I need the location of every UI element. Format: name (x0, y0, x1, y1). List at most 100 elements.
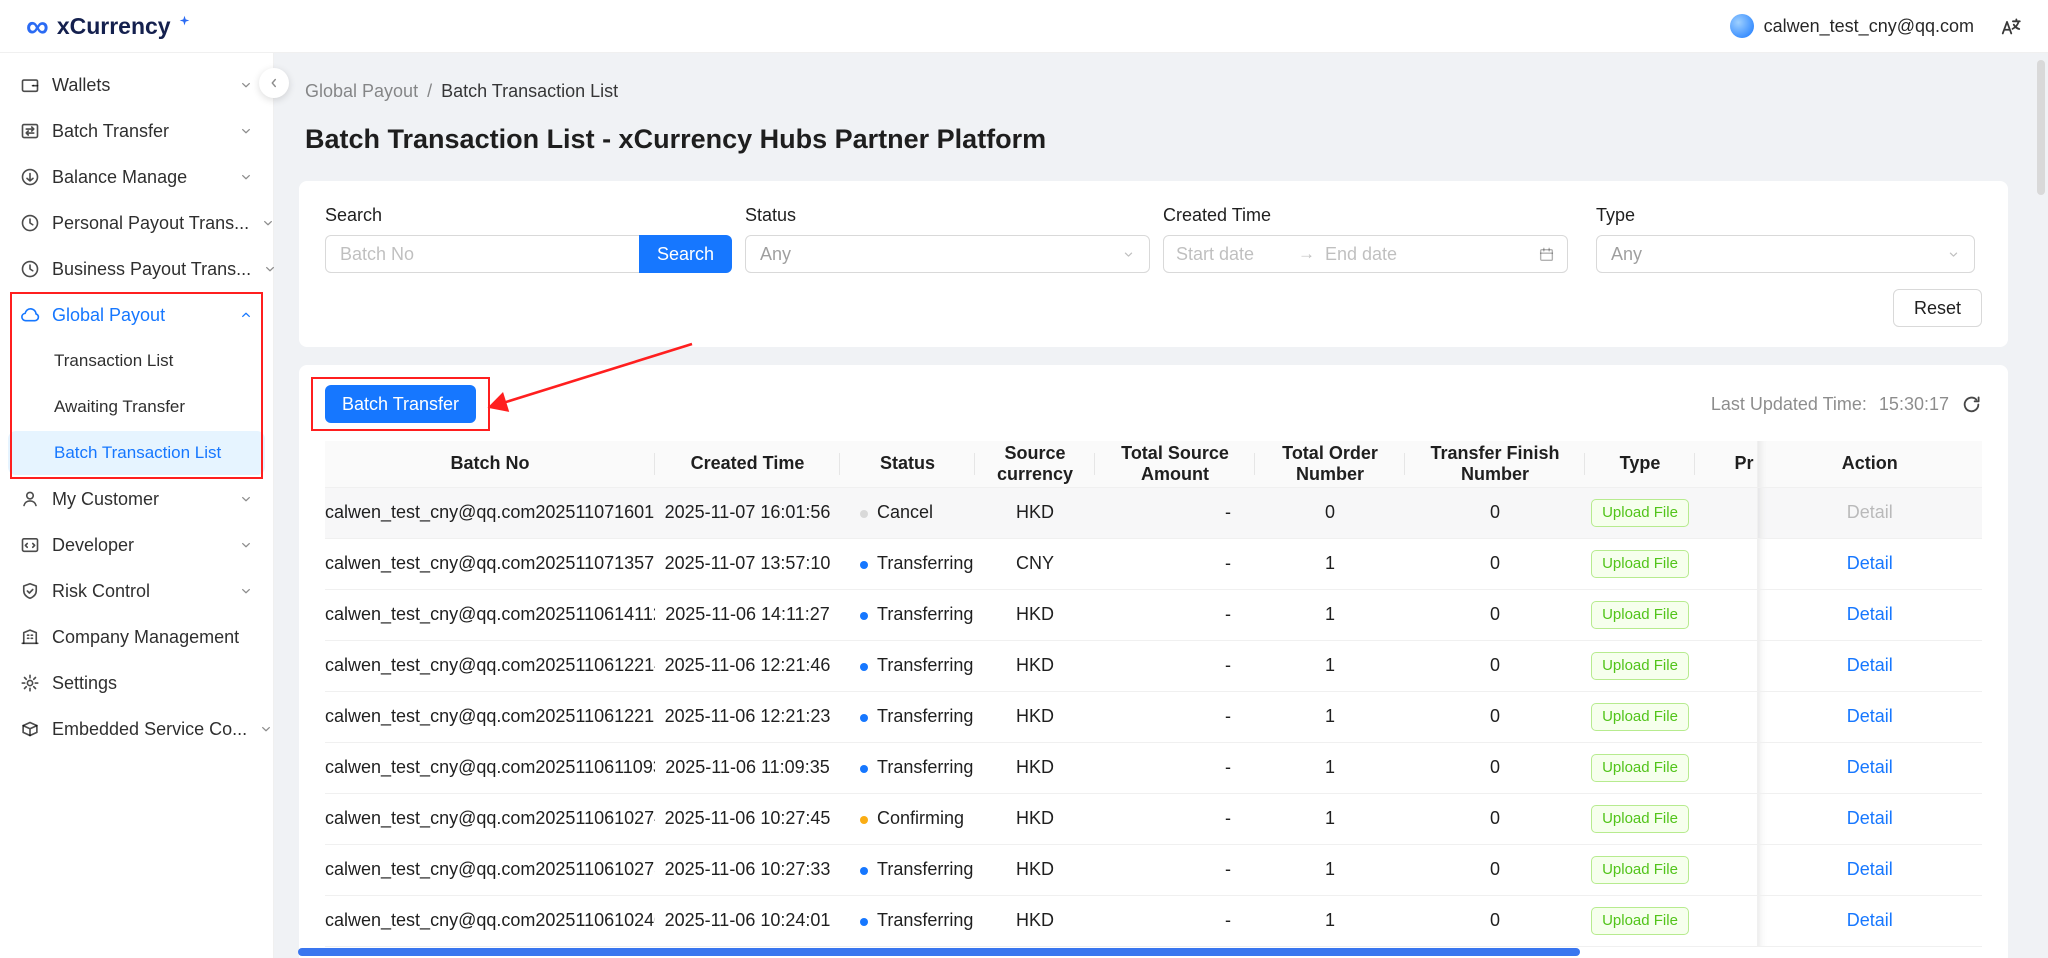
start-date-input[interactable] (1176, 244, 1288, 265)
breadcrumb-parent[interactable]: Global Payout (305, 81, 418, 101)
status-select[interactable]: Any (745, 235, 1150, 273)
last-updated-label: Last Updated Time: (1711, 394, 1867, 415)
batch-no-cell: calwen_test_cny@qq.com20251107160156 (325, 487, 655, 538)
total-order-number-cell: 1 (1255, 538, 1405, 589)
status-cell: Cancel (840, 487, 975, 538)
detail-link[interactable]: Detail (1847, 706, 1893, 726)
action-cell: Detail (1757, 793, 1982, 844)
sidebar-item-label: My Customer (52, 489, 159, 510)
search-input[interactable] (325, 235, 639, 273)
table-row: calwen_test_cny@qq.com20251106102745 202… (325, 793, 1982, 844)
sidebar-item-label: Personal Payout Trans... (52, 213, 249, 234)
transfer-icon (20, 121, 40, 141)
table-row: calwen_test_cny@qq.com20251107160156 202… (325, 487, 1982, 538)
transfer-finish-number-cell: 0 (1405, 742, 1585, 793)
batch-transaction-table: Batch No Created Time Status Source curr… (325, 441, 1982, 947)
detail-link[interactable]: Detail (1847, 553, 1893, 573)
source-currency-cell: HKD (975, 691, 1095, 742)
sidebar-item-company-management[interactable]: Company Management (8, 615, 265, 659)
sidebar-item-developer[interactable]: Developer (8, 523, 265, 567)
sidebar-item-batch-transaction-list[interactable]: Batch Transaction List (8, 431, 265, 475)
type-select[interactable]: Any (1596, 235, 1975, 273)
col-total-order-number: Total Order Number (1255, 441, 1405, 487)
created-time-cell: 2025-11-07 16:01:56 (655, 487, 840, 538)
sidebar-item-settings[interactable]: Settings (8, 661, 265, 705)
sidebar-item-label: Risk Control (52, 581, 150, 602)
batch-no-cell: calwen_test_cny@qq.com20251106102733 (325, 844, 655, 895)
app-root: ∞ xCurrency calwen_test_cny@qq.com Walle… (0, 0, 2048, 958)
table-panel: Batch Transfer Last Updated Time: 15:30:… (299, 365, 2008, 958)
search-button[interactable]: Search (639, 235, 732, 273)
status-dot (860, 714, 868, 722)
batch-transfer-button[interactable]: Batch Transfer (325, 385, 476, 423)
page-title: Batch Transaction List - xCurrency Hubs … (305, 124, 2008, 155)
transfer-finish-number-cell: 0 (1405, 589, 1585, 640)
sidebar-item-balance-manage[interactable]: Balance Manage (8, 155, 265, 199)
created-time-label: Created Time (1163, 205, 1568, 226)
chevron-down-icon (239, 538, 253, 552)
detail-link[interactable]: Detail (1847, 655, 1893, 675)
breadcrumb-separator: / (427, 81, 432, 101)
status-cell: Transferring (840, 589, 975, 640)
transfer-finish-number-cell: 0 (1405, 640, 1585, 691)
action-cell: Detail (1757, 640, 1982, 691)
detail-link[interactable]: Detail (1847, 757, 1893, 777)
created-time-range-picker[interactable]: → (1163, 235, 1568, 273)
detail-link[interactable]: Detail (1847, 859, 1893, 879)
horizontal-scrollbar-thumb[interactable] (298, 948, 1580, 956)
status-cell: Transferring (840, 844, 975, 895)
transfer-finish-number-cell: 0 (1405, 538, 1585, 589)
detail-link[interactable]: Detail (1847, 910, 1893, 930)
col-transfer-finish-number: Transfer Finish Number (1405, 441, 1585, 487)
source-currency-cell: HKD (975, 487, 1095, 538)
main-content: Global Payout/Batch Transaction List Bat… (275, 53, 2048, 958)
total-source-amount-cell: - (1095, 589, 1255, 640)
translate-icon[interactable] (2000, 15, 2022, 37)
balance-icon (20, 167, 40, 187)
refresh-icon[interactable] (1961, 394, 1982, 415)
sidebar-collapse-button[interactable] (259, 68, 289, 98)
upload-file-tag: Upload File (1591, 703, 1689, 731)
sidebar-subitem-label: Awaiting Transfer (54, 397, 185, 417)
reset-button[interactable]: Reset (1893, 289, 1982, 327)
status-cell: Transferring (840, 742, 975, 793)
progress-cell (1695, 487, 1757, 538)
detail-link[interactable]: Detail (1847, 604, 1893, 624)
sidebar-item-label: Wallets (52, 75, 110, 96)
sidebar-item-label: Company Management (52, 627, 239, 648)
total-source-amount-cell: - (1095, 844, 1255, 895)
user-avatar[interactable] (1730, 14, 1754, 38)
sidebar-item-personal-payout[interactable]: Personal Payout Trans... (8, 201, 265, 245)
search-label: Search (325, 205, 732, 226)
upload-file-tag: Upload File (1591, 499, 1689, 527)
sidebar-item-global-payout[interactable]: Global Payout (8, 293, 265, 337)
sidebar-item-transaction-list[interactable]: Transaction List (8, 339, 265, 383)
sidebar-item-my-customer[interactable]: My Customer (8, 477, 265, 521)
vertical-scrollbar-thumb[interactable] (2037, 60, 2045, 195)
end-date-input[interactable] (1325, 244, 1437, 265)
type-cell: Upload File (1585, 793, 1695, 844)
status-text: Transferring (877, 655, 973, 675)
transfer-finish-number-cell: 0 (1405, 793, 1585, 844)
detail-link[interactable]: Detail (1847, 808, 1893, 828)
sidebar-item-business-payout[interactable]: Business Payout Trans... (8, 247, 265, 291)
detail-link[interactable]: Detail (1847, 502, 1893, 522)
upload-file-tag: Upload File (1591, 652, 1689, 680)
user-email[interactable]: calwen_test_cny@qq.com (1764, 16, 1974, 37)
action-cell: Detail (1757, 742, 1982, 793)
gear-icon (20, 673, 40, 693)
sidebar-subitem-label: Batch Transaction List (54, 443, 221, 463)
sidebar-item-awaiting-transfer[interactable]: Awaiting Transfer (8, 385, 265, 429)
box-icon (20, 719, 40, 739)
sidebar-item-label: Business Payout Trans... (52, 259, 251, 280)
status-text: Transferring (877, 859, 973, 879)
sidebar-item-embedded-service[interactable]: Embedded Service Co... (8, 707, 265, 751)
sidebar-item-risk-control[interactable]: Risk Control (8, 569, 265, 613)
table-row: calwen_test_cny@qq.com20251106122146 202… (325, 640, 1982, 691)
last-updated: Last Updated Time: 15:30:17 (1711, 394, 1982, 415)
brand-name: xCurrency (57, 11, 171, 41)
status-text: Transferring (877, 553, 973, 573)
sidebar-item-batch-transfer[interactable]: Batch Transfer (8, 109, 265, 153)
sidebar-item-wallets[interactable]: Wallets (8, 63, 265, 107)
source-currency-cell: HKD (975, 742, 1095, 793)
